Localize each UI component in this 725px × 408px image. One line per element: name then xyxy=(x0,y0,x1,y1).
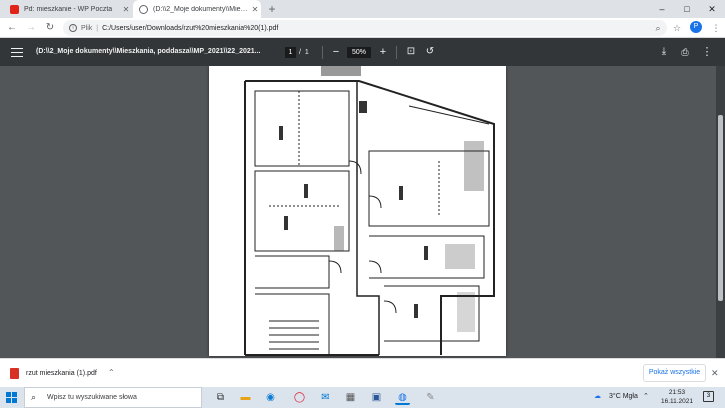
minimize-button[interactable]: – xyxy=(651,0,673,18)
chrome-icon[interactable]: ◍ xyxy=(395,390,410,405)
search-icon: ⌕ xyxy=(31,392,37,402)
tab-title: Pd: mieszkanie - WP Poczta xyxy=(24,5,113,13)
page-number-input[interactable]: 1 xyxy=(285,47,296,58)
menu-icon[interactable] xyxy=(10,45,24,59)
divider xyxy=(396,46,397,59)
back-icon[interactable]: ← xyxy=(5,21,19,35)
download-shelf: rzut mieszkania (1).pdf ⌃ Pokaż wszystki… xyxy=(0,358,725,387)
tab-pdf[interactable]: (D:\\2_Moje dokumenty\\Mieszk ✕ xyxy=(133,0,261,18)
pdf-viewport[interactable] xyxy=(0,66,725,358)
taskbar-search-box[interactable]: ⌕ Wpisz tu wyszukiwane słowa xyxy=(24,387,202,408)
edge-icon[interactable]: ◉ xyxy=(263,390,278,405)
notification-center-icon[interactable]: 3 xyxy=(703,391,714,402)
new-tab-button[interactable]: + xyxy=(265,2,279,16)
system-clock[interactable]: 21:53 16.11.2021 xyxy=(660,388,694,406)
zoom-level-input[interactable]: 50% xyxy=(347,47,371,58)
download-file-name[interactable]: rzut mieszkania (1).pdf xyxy=(26,368,97,379)
clock-date: 16.11.2021 xyxy=(660,398,694,405)
floor-plan-drawing xyxy=(244,66,495,356)
profile-avatar[interactable]: P xyxy=(690,21,702,33)
rotate-icon[interactable]: ↺ xyxy=(423,45,437,59)
clock-time: 21:53 xyxy=(668,389,686,396)
file-explorer-icon[interactable]: ▬ xyxy=(238,390,253,405)
wp-mail-icon xyxy=(10,4,19,14)
page-separator: / xyxy=(299,49,301,56)
zoom-icon[interactable]: ⌕ xyxy=(651,21,665,35)
chevron-up-icon[interactable]: ⌃ xyxy=(108,367,115,379)
opera-icon[interactable]: ◯ xyxy=(292,390,307,405)
pdf-page xyxy=(209,66,506,356)
show-all-downloads-button[interactable]: Pokaż wszystkie xyxy=(643,364,706,382)
more-menu-icon[interactable]: ⋮ xyxy=(709,21,723,35)
maximize-button[interactable]: □ xyxy=(676,0,698,18)
store-icon[interactable]: ▦ xyxy=(343,390,358,405)
forward-icon[interactable]: → xyxy=(24,21,38,35)
zoom-in-button[interactable]: + xyxy=(376,45,390,59)
scrollbar-thumb[interactable] xyxy=(718,115,723,301)
globe-icon xyxy=(139,4,148,14)
weather-text[interactable]: 3°C Mgła xyxy=(609,391,638,403)
download-icon[interactable]: ⤓ xyxy=(657,45,671,59)
total-pages: 1 xyxy=(304,49,309,56)
pdf-title: (D:\\2_Moje dokumenty\\Mieszkania, podda… xyxy=(36,48,261,55)
browser-toolbar: ← → ↻ i Plik | C:/Users/user/Downloads/r… xyxy=(0,18,725,38)
reload-icon[interactable]: ↻ xyxy=(43,21,57,35)
task-view-icon[interactable]: ⧉ xyxy=(213,390,228,405)
windows-start-icon[interactable] xyxy=(6,392,17,403)
app-icon[interactable]: ▣ xyxy=(369,390,384,405)
pdf-toolbar: (D:\\2_Moje dokumenty\\Mieszkania, podda… xyxy=(0,38,725,66)
mail-icon[interactable]: ✉ xyxy=(318,390,333,405)
scheme-label: Plik xyxy=(81,24,93,32)
tab-strip: Pd: mieszkanie - WP Poczta ✕ (D:\\2_Moje… xyxy=(0,0,725,18)
divider xyxy=(322,46,323,59)
print-icon[interactable]: ⎙ xyxy=(678,45,692,59)
paint-icon[interactable]: ✎ xyxy=(423,390,438,405)
more-options-icon[interactable]: ⋮ xyxy=(700,45,714,59)
close-icon[interactable]: ✕ xyxy=(711,367,719,379)
address-bar[interactable]: i Plik | C:/Users/user/Downloads/rzut%20… xyxy=(63,20,667,36)
pdf-file-icon xyxy=(10,368,19,379)
url-text: C:/Users/user/Downloads/rzut%20mieszkani… xyxy=(102,24,279,32)
page-count: / 1 xyxy=(299,47,309,58)
tab-title: (D:\\2_Moje dokumenty\\Mieszk xyxy=(153,5,249,13)
close-tab-icon[interactable]: ✕ xyxy=(120,5,132,14)
address-separator: | xyxy=(96,24,99,32)
info-icon[interactable]: i xyxy=(69,24,77,32)
fit-page-icon[interactable]: ⊡ xyxy=(404,45,418,59)
tab-wp-poczta[interactable]: Pd: mieszkanie - WP Poczta ✕ xyxy=(4,0,132,18)
tray-chevron-icon[interactable]: ⌃ xyxy=(643,391,649,403)
close-window-button[interactable]: ✕ xyxy=(701,0,723,18)
zoom-out-button[interactable]: − xyxy=(329,45,343,59)
windows-taskbar: ⌕ Wpisz tu wyszukiwane słowa ⧉ ▬ ◉ ◯ ✉ ▦… xyxy=(0,387,725,408)
weather-icon: ☁ xyxy=(594,393,601,400)
bookmark-star-icon[interactable]: ☆ xyxy=(670,21,684,35)
close-tab-icon[interactable]: ✕ xyxy=(249,5,261,14)
search-placeholder: Wpisz tu wyszukiwane słowa xyxy=(47,394,137,401)
